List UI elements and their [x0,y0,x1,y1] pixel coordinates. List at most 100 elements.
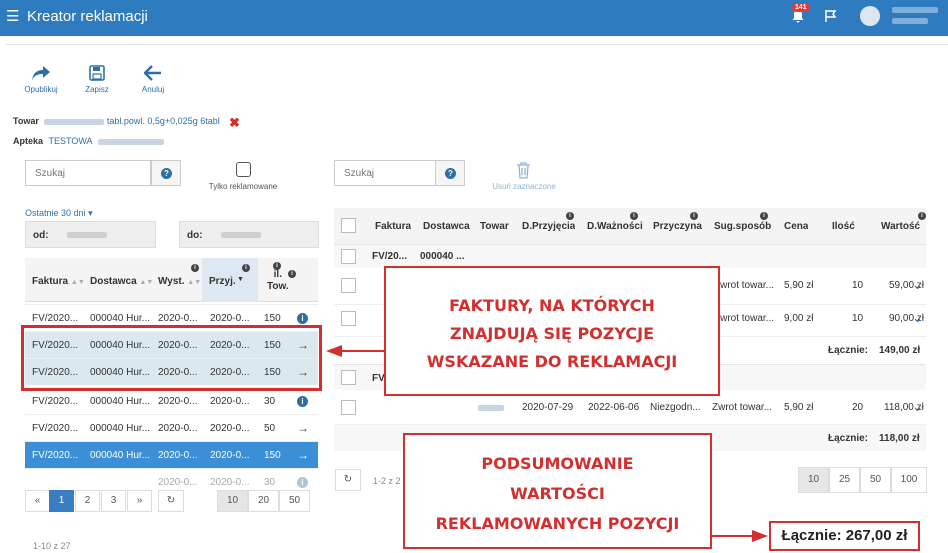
invoice-row[interactable]: FV/2020... 000040 Hur... 2020-0... 2020-0..… [25,414,318,441]
col-cena[interactable]: Cena [784,221,808,232]
right-refresh-button[interactable]: ↻ [335,469,361,491]
cell-dostawca: 000040 Hur... [90,396,151,407]
il-info-icon[interactable]: i [273,262,281,270]
date-from-field[interactable]: od: [25,221,156,248]
arrow-right-icon[interactable]: → [297,415,309,442]
tow-info-icon[interactable]: i [288,270,296,278]
floppy-icon [89,65,105,81]
refresh-icon: ↻ [166,495,176,506]
trash-icon[interactable] [516,162,531,179]
page-button[interactable]: « [25,490,50,512]
group1-faktura: FV/20... [372,251,408,262]
col-ilosc[interactable]: Ilość [832,221,855,232]
col-il-tow[interactable]: il. Tow. [267,269,289,293]
col-dostawca[interactable]: Dostawca ▲▼ [90,276,153,287]
publish-button[interactable]: Opublikuj [17,65,65,94]
col-faktura[interactable]: Faktura ▲▼ [32,276,85,287]
right-search-input[interactable] [335,161,435,185]
page-button[interactable]: 1 [49,490,74,512]
refresh-button[interactable]: ↻ [158,490,184,512]
save-button[interactable]: Zapisz [73,65,121,94]
col-przyczyna[interactable]: Przyczyna [653,221,702,232]
chevron-down-icon[interactable]: ⌄ [912,271,923,298]
col-wyst[interactable]: Wyst. ▲▼ [158,276,201,287]
cell-faktura: FV/2020... [32,423,79,434]
pharmacy-name[interactable]: TESTOWA [49,136,93,146]
chevron-down-icon[interactable]: ⌄ [912,393,923,420]
share-icon [32,66,50,80]
group1-checkbox[interactable] [341,249,356,264]
flag-icon[interactable] [824,9,838,23]
date-from-redacted [66,232,107,239]
cell-wyst: 2020-0... [158,396,198,407]
only-claimed-checkbox[interactable] [236,162,251,177]
wyst-info-icon[interactable]: i [191,264,199,272]
group2-faktura: FV [372,373,385,384]
page-size-option[interactable]: 10 [217,490,248,512]
item-checkbox[interactable] [341,278,356,293]
arrow-left-icon [144,65,161,81]
col-faktura[interactable]: Faktura [375,221,411,232]
delete-selected-button[interactable]: Usuń zaznaczone [488,182,560,191]
item-checkbox[interactable] [341,311,356,326]
app-title: Kreator reklamacji [27,8,148,25]
col-d-waznosci[interactable]: D.Ważności [587,221,643,232]
left-search-box [25,160,151,186]
user-name-redacted [892,7,938,13]
group1-header: FV/20... 000040 ... [334,244,926,268]
claim-item-row: 2020-07-29 2022-06-06 Niezgodn... Zwrot … [334,394,926,421]
page-size-option[interactable]: 100 [891,467,927,493]
sug-sposob-info-icon[interactable]: i [760,212,768,220]
invoice-row[interactable]: FV/2020... 000040 Hur... 2020-0... 2020-0..… [25,387,318,414]
menu-icon[interactable]: ☰ [6,9,19,24]
col-przyj-active[interactable]: Przyj. ▼ i [202,258,258,302]
avatar[interactable] [860,6,880,26]
date-to-field[interactable]: do: [179,221,319,248]
col-wartosc[interactable]: Wartość [881,221,920,232]
page-size-option[interactable]: 50 [860,467,891,493]
chevron-down-icon[interactable]: ⌄ [912,304,923,331]
wartosc-info-icon[interactable]: i [918,212,926,220]
left-range-text: 1-10 z 27 [33,541,71,551]
arrow-right-icon[interactable]: → [297,442,309,469]
page-button[interactable]: 2 [75,490,100,512]
group2-checkbox[interactable] [341,370,356,385]
d-przyjecia-info-icon[interactable]: i [566,212,574,220]
cell-il: 30 [264,396,276,407]
page-button[interactable]: 3 [101,490,126,512]
col-sug-sposob[interactable]: Sug.sposób [714,221,771,232]
cell-przyj: 2020-0... [210,423,250,434]
page-button[interactable]: » [127,490,152,512]
page-size-option[interactable]: 25 [829,467,860,493]
cancel-button[interactable]: Anuluj [129,65,177,94]
col-towar[interactable]: Towar [480,221,509,232]
select-all-checkbox[interactable] [341,218,356,233]
info-icon[interactable]: i [297,388,308,415]
cell-faktura: FV/2020... [32,396,79,407]
page-size-option[interactable]: 10 [798,467,829,493]
towar-redacted [478,405,504,411]
col-d-przyjecia[interactable]: D.Przyjęcia [522,221,575,232]
cell-dostawca: 000040 Hur... [90,450,151,461]
period-dropdown[interactable]: Ostatnie 30 dni ▾ [25,208,93,219]
page-size-option[interactable]: 20 [248,490,279,512]
top-bar: ☰ Kreator reklamacji 141 [0,0,948,36]
product-name-redacted [44,118,105,125]
col-dostawca[interactable]: Dostawca [423,221,470,232]
remove-product-icon[interactable]: ✖ [229,115,240,131]
left-search-help-button[interactable]: ? [151,160,181,186]
przyczyna-info-icon[interactable]: i [690,212,698,220]
left-search-input[interactable] [26,161,150,185]
right-search-box [334,160,436,186]
right-search-help-button[interactable]: ? [435,160,465,186]
invoice-row[interactable]: FV/2020... 000040 Hur... 2020-0... 2020-0..… [25,441,318,468]
pharmacy-row: Apteka TESTOWA [13,136,165,146]
callout-summary: PODSUMOWANIE WARTOŚCI REKLAMOWANYCH POZY… [403,433,712,549]
page-size-option[interactable]: 50 [279,490,310,512]
cell-il: 50 [264,423,276,434]
item-checkbox[interactable] [341,400,356,415]
przyj-info-icon[interactable]: i [242,264,250,272]
product-name[interactable]: tabl.powl. 0,5g+0,025g 6tabl [107,116,220,126]
right-range-text: 1-2 z 2 [373,476,401,486]
d-waznosci-info-icon[interactable]: i [630,212,638,220]
